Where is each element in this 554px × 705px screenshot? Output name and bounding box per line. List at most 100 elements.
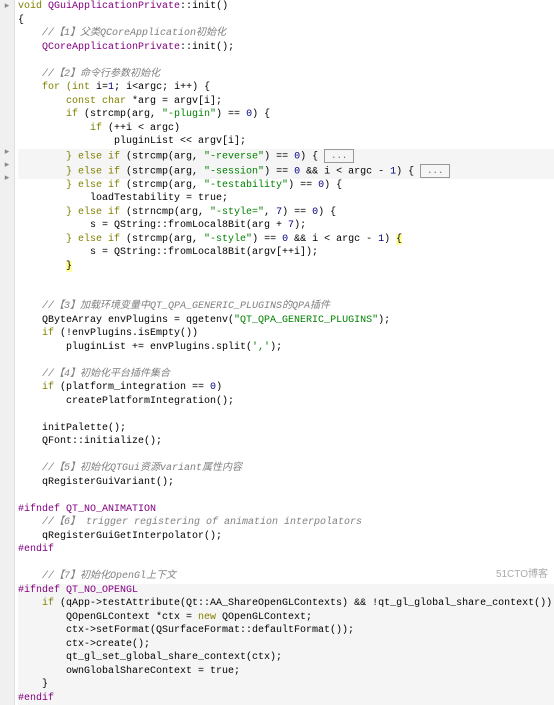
preprocessor: #endif: [18, 693, 54, 704]
expr: (strcmp(arg,: [126, 234, 204, 245]
fold-marker-icon[interactable]: ▸: [2, 160, 12, 170]
expr: ; i<argc; i++) {: [114, 82, 210, 93]
blank-line: [18, 354, 554, 368]
code-line[interactable]: //【2】命令行参数初始化: [18, 68, 554, 82]
code-line[interactable]: //【6】 trigger registering of animation i…: [18, 516, 554, 530]
code-line[interactable]: if (++i < argc): [18, 122, 554, 136]
code-line[interactable]: ctx->setFormat(QSurfaceFormat::defaultFo…: [18, 624, 554, 638]
brace: ) {: [318, 207, 336, 218]
code-line[interactable]: } else if (strcmp(arg, "-style") == 0 &&…: [18, 233, 554, 247]
expr: qRegisterGuiVariant();: [18, 477, 174, 488]
operator: ::: [180, 42, 192, 53]
code-line[interactable]: if (!envPlugins.isEmpty()): [18, 327, 554, 341]
expr: createPlatformIntegration();: [18, 396, 234, 407]
code-line[interactable]: qt_gl_set_global_share_context(ctx);: [18, 651, 554, 665]
blank-line: [18, 273, 554, 287]
code-line[interactable]: ctx->create();: [18, 638, 554, 652]
fold-placeholder[interactable]: ...: [324, 149, 354, 163]
expr: qRegisterGuiGetInterpolator();: [18, 531, 222, 542]
keyword: } else if: [18, 151, 126, 162]
blank-line: [18, 449, 554, 463]
expr: ): [384, 234, 396, 245]
code-line[interactable]: //【7】初始化OpenGl上下文: [18, 570, 554, 584]
code-line[interactable]: #endif: [18, 543, 554, 557]
string: "QT_QPA_GENERIC_PLUGINS": [234, 315, 378, 326]
expr: (!envPlugins.isEmpty()): [60, 328, 198, 339]
code-line[interactable]: } else if (strcmp(arg, "-reverse") == 0)…: [18, 149, 554, 164]
code-line[interactable]: //【5】初始化QTGui资源variant属性内容: [18, 462, 554, 476]
expr: (qApp->testAttribute(Qt::AA_ShareOpenGLC…: [60, 598, 554, 609]
brace: {: [18, 15, 24, 26]
keyword: if: [18, 109, 84, 120]
code-line[interactable]: QFont::initialize();: [18, 435, 554, 449]
comment: //【7】初始化OpenGl上下文: [18, 571, 176, 582]
code-line[interactable]: {: [18, 14, 554, 28]
comment: //【4】初始化平台插件集合: [18, 369, 170, 380]
expr: (strcmp(arg,: [126, 180, 204, 191]
code-line[interactable]: pluginList << argv[i];: [18, 135, 554, 149]
brace: }: [18, 679, 48, 690]
keyword: for: [18, 82, 66, 93]
code-line[interactable]: #ifndef QT_NO_ANIMATION: [18, 503, 554, 517]
macro: QT_NO_ANIMATION: [66, 504, 156, 515]
keyword: if: [18, 598, 60, 609]
keyword: } else if: [18, 180, 126, 191]
semicolon: ();: [216, 42, 234, 53]
code-line[interactable]: //【4】初始化平台插件集合: [18, 368, 554, 382]
brace: ) {: [324, 180, 342, 191]
keyword: if: [18, 328, 60, 339]
string: "-style=": [210, 207, 264, 218]
code-line[interactable]: } else if (strcmp(arg, "-testability") =…: [18, 179, 554, 193]
code-line[interactable]: for (int i=1; i<argc; i++) {: [18, 81, 554, 95]
type-name: QOpenGLContext;: [222, 612, 312, 623]
code-line[interactable]: if (qApp->testAttribute(Qt::AA_ShareOpen…: [18, 597, 554, 611]
expr: (platform_integration ==: [60, 382, 210, 393]
parens: (): [216, 1, 228, 12]
code-line[interactable]: qRegisterGuiVariant();: [18, 476, 554, 490]
comment: //【5】初始化QTGui资源variant属性内容: [18, 463, 242, 474]
code-line[interactable]: //【1】父类QCoreApplication初始化: [18, 27, 554, 41]
fold-marker-icon[interactable]: ▸: [2, 147, 12, 157]
code-line[interactable]: loadTestability = true;: [18, 192, 554, 206]
fold-marker-icon[interactable]: ▸: [2, 1, 12, 11]
code-line[interactable]: void QGuiApplicationPrivate::init(): [18, 0, 554, 14]
brace: ) {: [252, 109, 270, 120]
keyword: (int: [66, 82, 96, 93]
code-line[interactable]: s = QString::fromLocal8Bit(arg + 7);: [18, 219, 554, 233]
code-line[interactable]: }: [18, 678, 554, 692]
expr: s = QString::fromLocal8Bit(argv[++i]);: [18, 247, 318, 258]
code-line[interactable]: s = QString::fromLocal8Bit(argv[++i]);: [18, 246, 554, 260]
func-call: init: [192, 42, 216, 53]
code-line[interactable]: } else if (strcmp(arg, "-session") == 0 …: [18, 164, 554, 179]
code-line[interactable]: }: [18, 260, 554, 274]
keyword: if: [18, 123, 108, 134]
code-line[interactable]: if (platform_integration == 0): [18, 381, 554, 395]
string: "-reverse": [204, 151, 264, 162]
code-line[interactable]: createPlatformIntegration();: [18, 395, 554, 409]
code-line[interactable]: QByteArray envPlugins = qgetenv("QT_QPA_…: [18, 314, 554, 328]
keyword: void: [18, 1, 48, 12]
code-line[interactable]: QOpenGLContext *ctx = new QOpenGLContext…: [18, 611, 554, 625]
code-editor[interactable]: ▸ ▸ ▸ ▸ void QGuiApplicationPrivate::ini…: [0, 0, 554, 705]
type-name: QGuiApplicationPrivate: [48, 1, 180, 12]
expr: ) ==: [288, 180, 318, 191]
code-line[interactable]: initPalette();: [18, 422, 554, 436]
expr: && i < argc -: [288, 234, 378, 245]
code-line[interactable]: //【3】加载环境变量中QT_QPA_GENERIC_PLUGINS的QPA插件: [18, 300, 554, 314]
code-line[interactable]: const char *arg = argv[i];: [18, 95, 554, 109]
expr: ) ==: [264, 166, 294, 177]
code-line[interactable]: QCoreApplicationPrivate::init();: [18, 41, 554, 55]
code-line[interactable]: #endif: [18, 692, 554, 705]
code-line[interactable]: ownGlobalShareContext = true;: [18, 665, 554, 679]
string: "-testability": [204, 180, 288, 191]
code-line[interactable]: qRegisterGuiGetInterpolator();: [18, 530, 554, 544]
code-line[interactable]: pluginList += envPlugins.split(',');: [18, 341, 554, 355]
code-line[interactable]: if (strcmp(arg, "-plugin") == 0) {: [18, 108, 554, 122]
blank-line: [18, 489, 554, 503]
string: "-plugin": [162, 109, 216, 120]
expr: ) ==: [264, 151, 294, 162]
fold-placeholder[interactable]: ...: [420, 164, 450, 178]
expr: ownGlobalShareContext = true;: [18, 666, 240, 677]
fold-marker-icon[interactable]: ▸: [2, 173, 12, 183]
code-line[interactable]: } else if (strncmp(arg, "-style=", 7) ==…: [18, 206, 554, 220]
